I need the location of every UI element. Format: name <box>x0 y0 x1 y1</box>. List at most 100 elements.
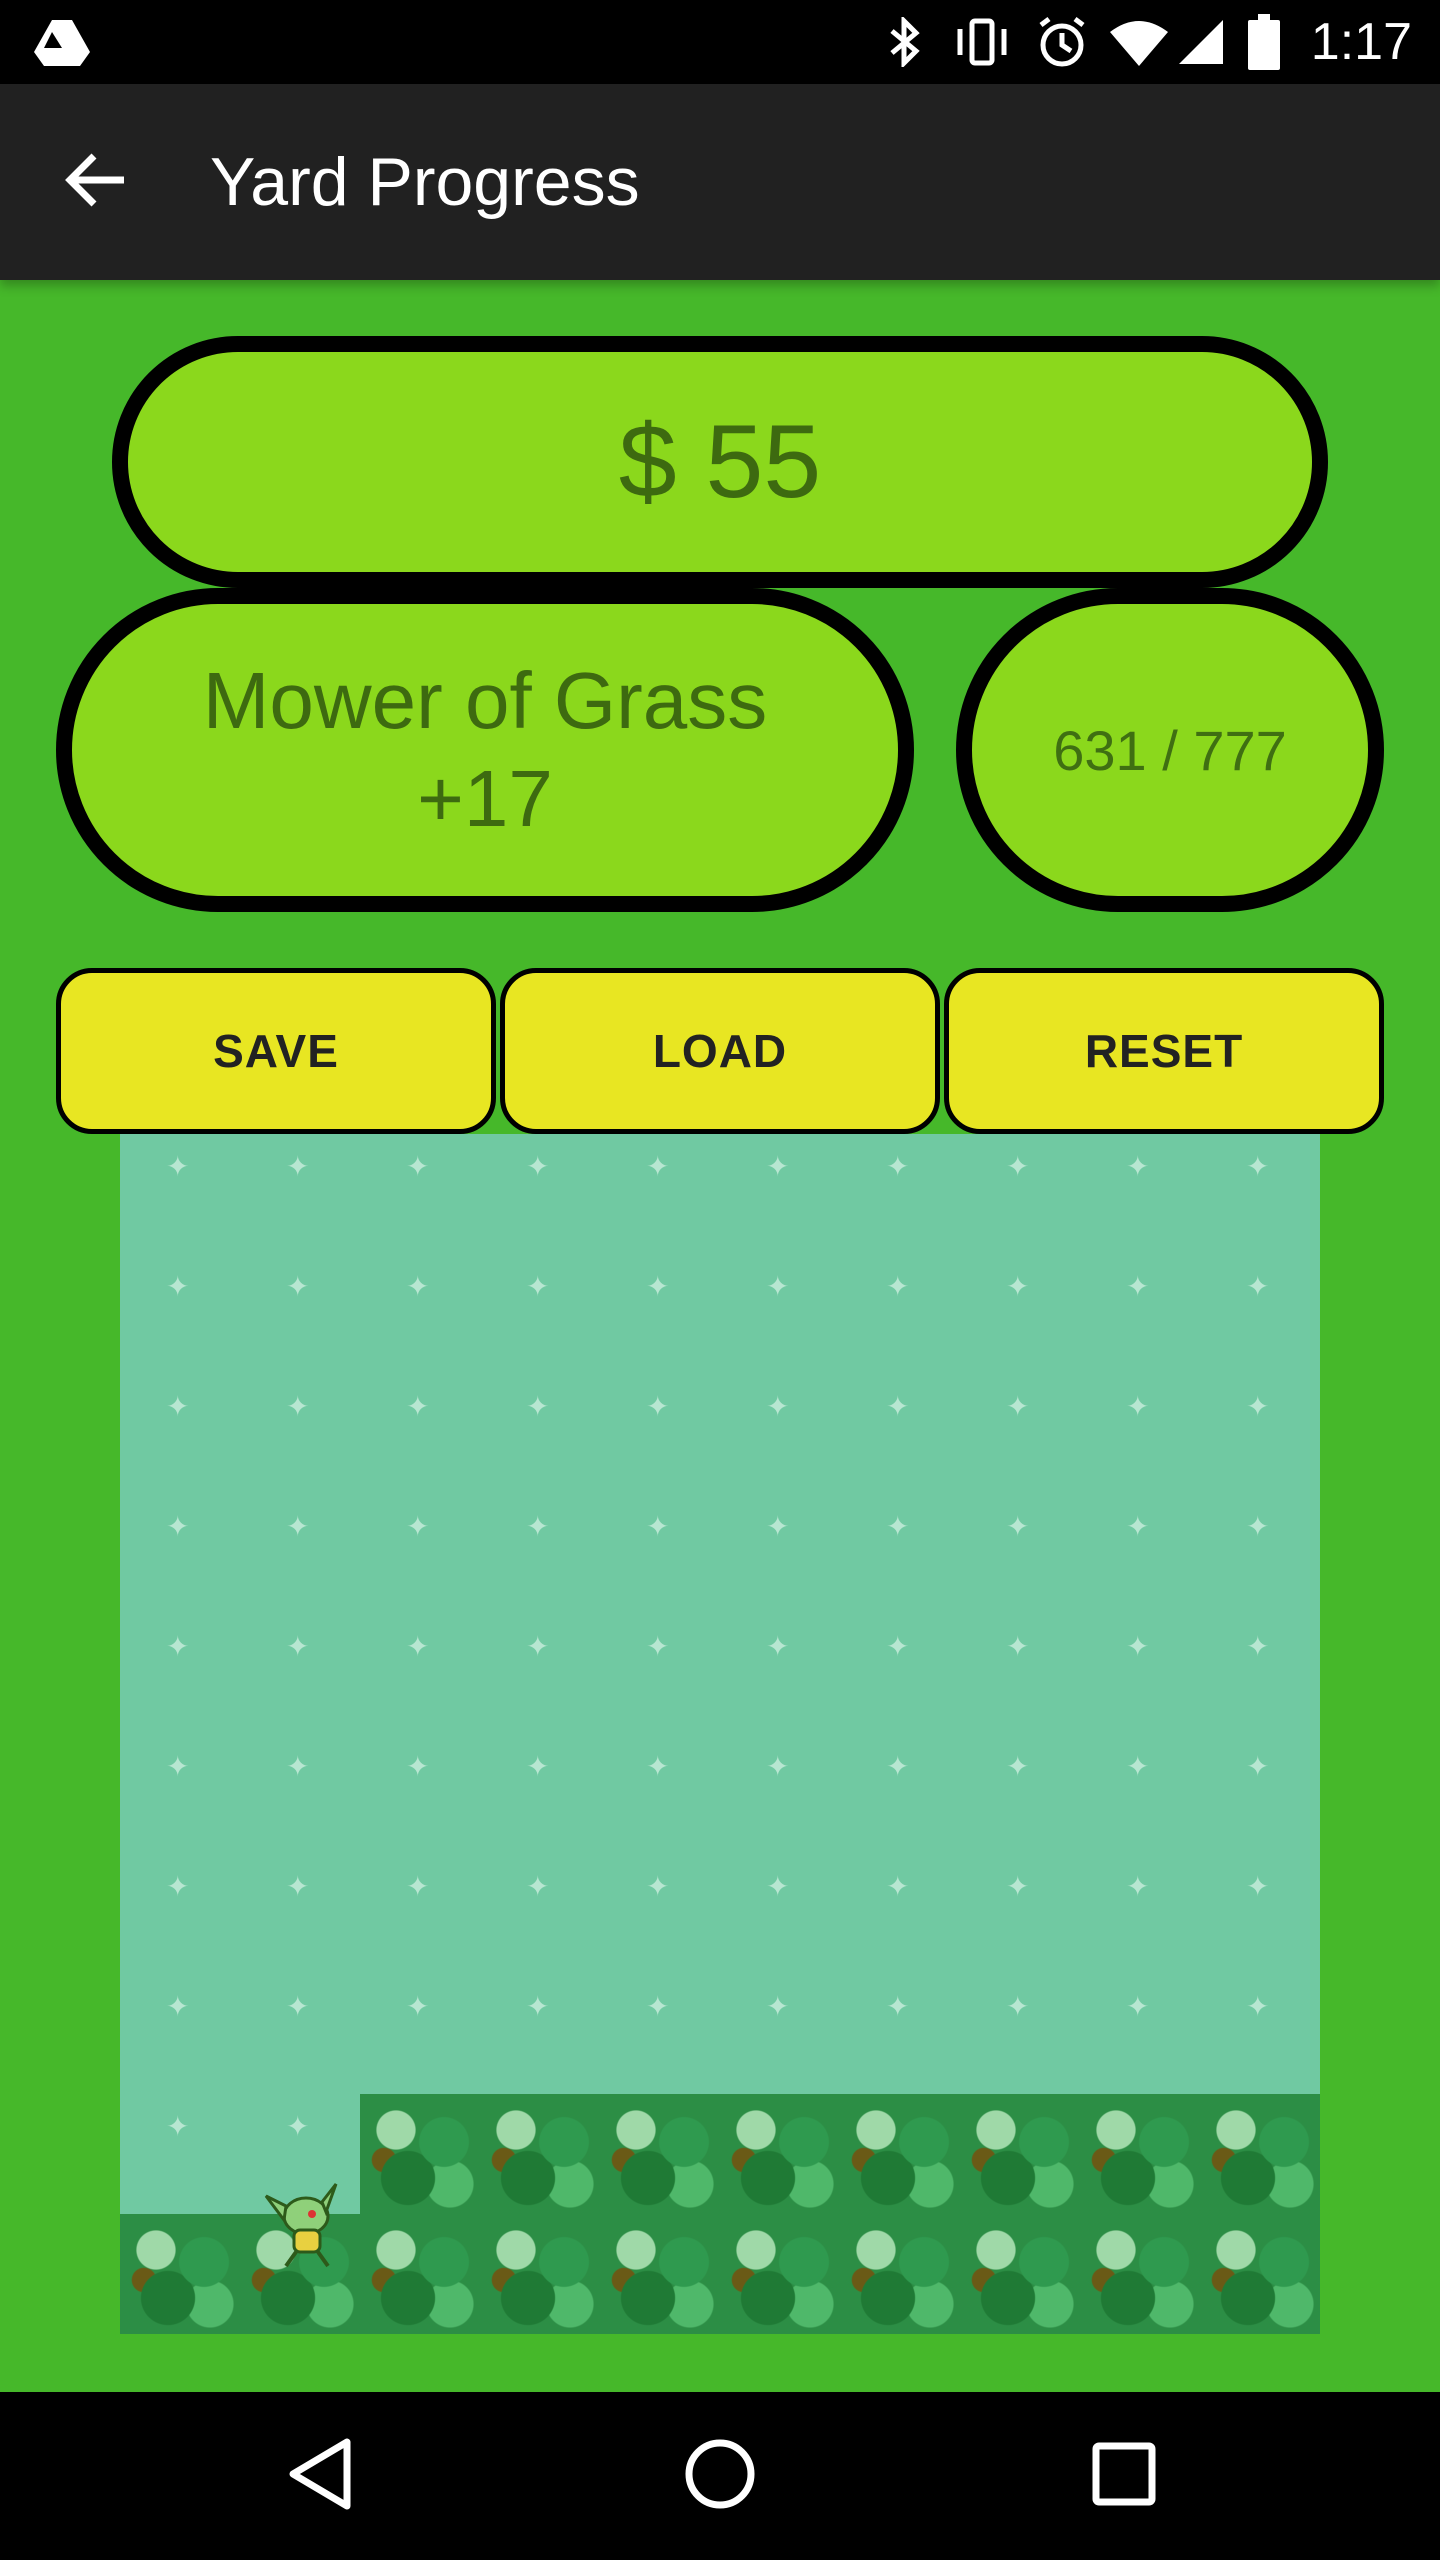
grass-tuft-icon: ✦ <box>886 1871 910 1902</box>
cut-grass-tile: ✦ <box>600 1974 720 2094</box>
grass-tuft-icon: ✦ <box>886 1151 910 1182</box>
grass-tuft-icon: ✦ <box>406 1511 430 1542</box>
grass-tuft-icon: ✦ <box>286 1511 310 1542</box>
cut-grass-tile: ✦ <box>840 1494 960 1614</box>
grass-tuft-icon: ✦ <box>526 1871 550 1902</box>
grass-tuft-icon: ✦ <box>286 1871 310 1902</box>
grass-bush-tile <box>720 2094 840 2214</box>
cut-grass-tile: ✦ <box>840 1734 960 1854</box>
mower-title-display: Mower of Grass +17 <box>56 588 914 912</box>
mower-bonus: +17 <box>417 754 553 843</box>
grass-tuft-icon: ✦ <box>1126 1391 1150 1422</box>
grass-tuft-icon: ✦ <box>886 1991 910 2022</box>
grass-bush-tile <box>600 2214 720 2334</box>
grass-tuft-icon: ✦ <box>1126 1511 1150 1542</box>
cut-grass-tile: ✦ <box>960 1614 1080 1734</box>
cut-grass-tile: ✦ <box>120 1854 240 1974</box>
progress-counter: 631 / 777 <box>956 588 1384 912</box>
cut-grass-tile: ✦ <box>360 1254 480 1374</box>
grass-tuft-icon: ✦ <box>406 1151 430 1182</box>
grass-tuft-icon: ✦ <box>766 1151 790 1182</box>
grass-bush-tile <box>1200 2214 1320 2334</box>
cut-grass-tile: ✦ <box>600 1374 720 1494</box>
back-button[interactable] <box>48 134 144 230</box>
cut-grass-tile: ✦ <box>120 1734 240 1854</box>
load-button[interactable]: LOAD <box>500 968 940 1134</box>
nav-home-button[interactable] <box>670 2426 770 2526</box>
cut-grass-tile: ✦ <box>360 1374 480 1494</box>
yard-field[interactable]: ✦ ✦ ✦ ✦ ✦ ✦ ✦ ✦ ✦ ✦ ✦ ✦ ✦ ✦ ✦ ✦ ✦ ✦ ✦ ✦ ✦ ✦ ✦ ✦ ✦ ✦ ✦ ✦ ✦ ✦ ✦ ✦ ✦ ✦ ✦ ✦ ✦ ✦ ✦ ✦… <box>120 1134 1320 2334</box>
cut-grass-tile: ✦ <box>840 1614 960 1734</box>
cut-grass-tile: ✦ <box>720 1734 840 1854</box>
cut-grass-tile: ✦ <box>240 1734 360 1854</box>
cut-grass-tile: ✦ <box>480 1734 600 1854</box>
cut-grass-tile: ✦ <box>1200 1854 1320 1974</box>
grass-bush-tile <box>360 2214 480 2334</box>
grass-tuft-icon: ✦ <box>406 1751 430 1782</box>
cut-grass-tile: ✦ <box>600 1134 720 1254</box>
wifi-icon <box>1108 0 1170 84</box>
cut-grass-tile: ✦ <box>720 1374 840 1494</box>
cut-grass-tile: ✦ <box>960 1134 1080 1254</box>
grass-tuft-icon: ✦ <box>286 2111 310 2142</box>
cut-grass-tile: ✦ <box>960 1494 1080 1614</box>
vibrate-icon <box>950 0 1014 84</box>
nav-back-button[interactable] <box>270 2426 370 2526</box>
cut-grass-tile: ✦ <box>720 1494 840 1614</box>
cut-grass-tile: ✦ <box>1200 1734 1320 1854</box>
cut-grass-tile: ✦ <box>1080 1494 1200 1614</box>
mower-character-icon <box>256 2176 352 2272</box>
cut-grass-tile: ✦ <box>240 1494 360 1614</box>
grass-bush-tile <box>720 2214 840 2334</box>
grass-tuft-icon: ✦ <box>166 1151 190 1182</box>
cut-grass-tile: ✦ <box>240 1854 360 1974</box>
page-title: Yard Progress <box>210 144 640 220</box>
app-bar: Yard Progress <box>0 84 1440 280</box>
grass-tuft-icon: ✦ <box>1126 1151 1150 1182</box>
cut-grass-tile: ✦ <box>1080 1854 1200 1974</box>
cut-grass-tile: ✦ <box>120 1374 240 1494</box>
grass-tuft-icon: ✦ <box>166 1871 190 1902</box>
cut-grass-tile: ✦ <box>720 1134 840 1254</box>
cut-grass-tile: ✦ <box>1080 1614 1200 1734</box>
grass-tuft-icon: ✦ <box>1246 1511 1270 1542</box>
grass-tuft-icon: ✦ <box>1006 1871 1030 1902</box>
cut-grass-tile: ✦ <box>1080 1134 1200 1254</box>
grass-tuft-icon: ✦ <box>1006 1391 1030 1422</box>
cut-grass-tile: ✦ <box>480 1494 600 1614</box>
grass-tuft-icon: ✦ <box>646 1391 670 1422</box>
grass-tuft-icon: ✦ <box>646 1151 670 1182</box>
cut-grass-tile: ✦ <box>960 1254 1080 1374</box>
grass-tuft-icon: ✦ <box>886 1271 910 1302</box>
grass-tuft-icon: ✦ <box>526 1991 550 2022</box>
home-circle-icon <box>682 2436 758 2517</box>
grass-tuft-icon: ✦ <box>166 1751 190 1782</box>
save-button[interactable]: SAVE <box>56 968 496 1134</box>
grass-tuft-icon: ✦ <box>886 1751 910 1782</box>
grass-tuft-icon: ✦ <box>886 1631 910 1662</box>
back-triangle-icon <box>285 2436 355 2517</box>
cut-grass-tile: ✦ <box>240 1134 360 1254</box>
grass-tuft-icon: ✦ <box>1126 1631 1150 1662</box>
grass-tuft-icon: ✦ <box>646 1871 670 1902</box>
grass-tuft-icon: ✦ <box>286 1271 310 1302</box>
cut-grass-tile: ✦ <box>480 1374 600 1494</box>
grass-tuft-icon: ✦ <box>526 1271 550 1302</box>
cut-grass-tile: ✦ <box>960 1974 1080 2094</box>
cut-grass-tile: ✦ <box>840 1854 960 1974</box>
status-time: 1:17 <box>1310 13 1412 71</box>
grass-tuft-icon: ✦ <box>286 1391 310 1422</box>
grass-tuft-icon: ✦ <box>766 1391 790 1422</box>
grass-tuft-icon: ✦ <box>166 1391 190 1422</box>
reset-button[interactable]: RESET <box>944 968 1384 1134</box>
cut-grass-tile: ✦ <box>600 1254 720 1374</box>
grass-bush-tile <box>1080 2214 1200 2334</box>
grass-tuft-icon: ✦ <box>1006 1751 1030 1782</box>
grass-bush-tile <box>840 2214 960 2334</box>
nav-recents-button[interactable] <box>1074 2426 1174 2526</box>
grass-tuft-icon: ✦ <box>166 1511 190 1542</box>
navigation-bar <box>0 2392 1440 2560</box>
grass-tuft-icon: ✦ <box>766 1631 790 1662</box>
cut-grass-tile: ✦ <box>600 1614 720 1734</box>
cut-grass-tile: ✦ <box>480 1854 600 1974</box>
